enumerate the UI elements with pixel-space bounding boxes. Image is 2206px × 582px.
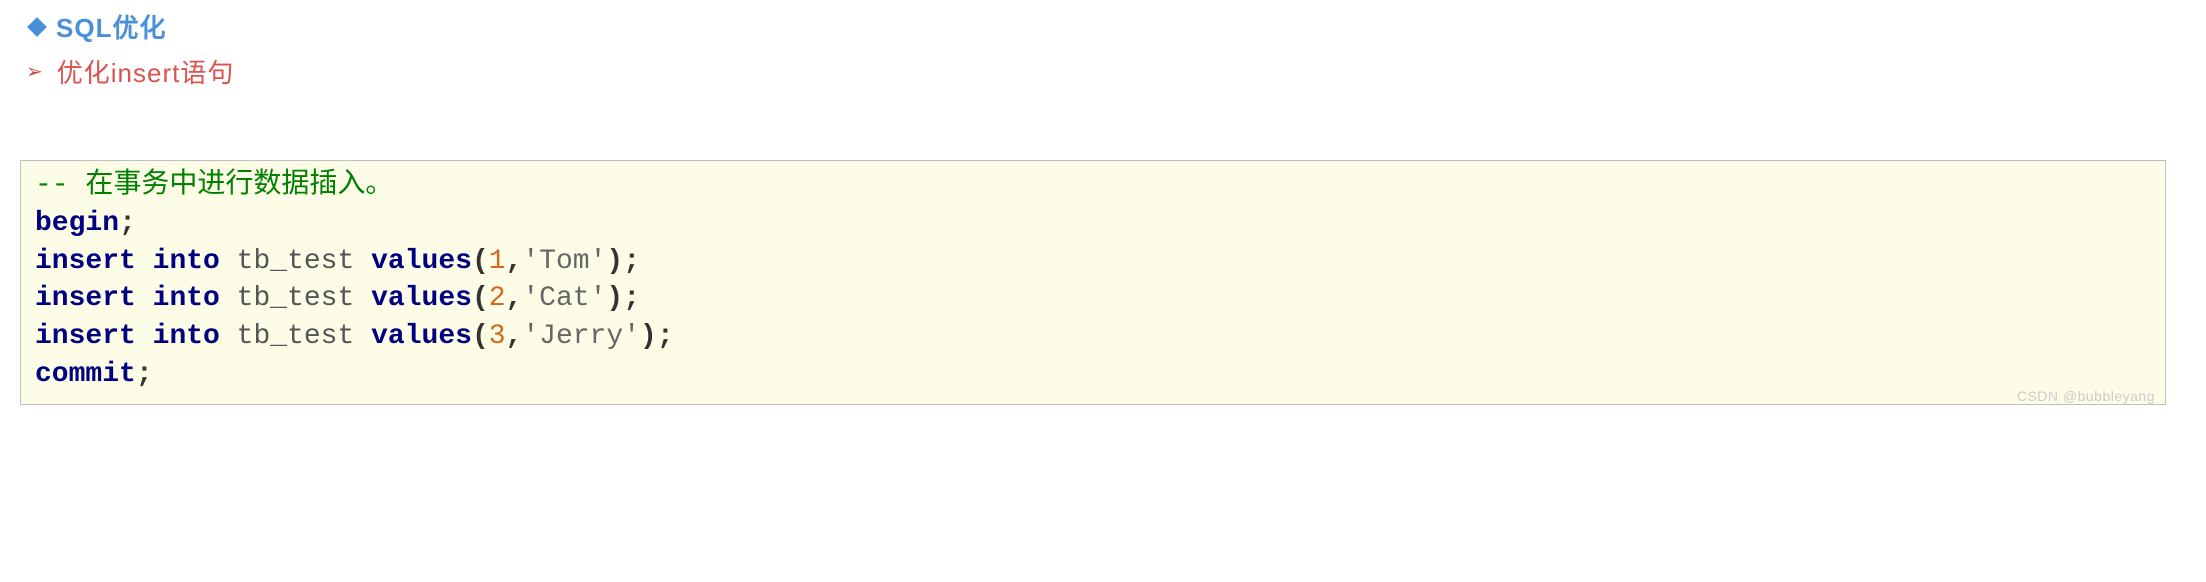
keyword-values: values xyxy=(371,246,472,277)
semicolon: ; xyxy=(623,283,640,314)
keyword-insert: insert xyxy=(35,283,136,314)
keyword-insert: insert xyxy=(35,246,136,277)
rparen: ) xyxy=(606,283,623,314)
code-line-insert-1: insert into tb_test values(1,'Tom'); xyxy=(35,243,2151,281)
keyword-values: values xyxy=(371,283,472,314)
table-name: tb_test xyxy=(237,246,355,277)
code-line-insert-3: insert into tb_test values(3,'Jerry'); xyxy=(35,318,2151,356)
code-block: -- 在事务中进行数据插入。 begin; insert into tb_tes… xyxy=(20,160,2166,405)
sub-heading: ➢ 优化insert语句 xyxy=(20,53,2186,90)
rparen: ) xyxy=(606,246,623,277)
comment-text: 在事务中进行数据插入。 xyxy=(85,170,393,201)
semicolon: ; xyxy=(623,246,640,277)
keyword-into: into xyxy=(153,283,220,314)
keyword-begin: begin xyxy=(35,208,119,239)
table-name: tb_test xyxy=(237,283,355,314)
code-line-commit: commit; xyxy=(35,356,2151,394)
string-value: 'Jerry' xyxy=(522,321,640,352)
keyword-commit: commit xyxy=(35,359,136,390)
number-value: 1 xyxy=(489,246,506,277)
keyword-into: into xyxy=(153,321,220,352)
table-name: tb_test xyxy=(237,321,355,352)
number-value: 3 xyxy=(489,321,506,352)
comment-prefix: -- xyxy=(35,170,85,201)
lparen: ( xyxy=(472,283,489,314)
watermark: CSDN @bubbleyang xyxy=(2017,387,2155,406)
keyword-insert: insert xyxy=(35,321,136,352)
main-heading: SQL优化 xyxy=(20,8,2186,45)
number-value: 2 xyxy=(489,283,506,314)
rparen: ) xyxy=(640,321,657,352)
arrow-right-icon: ➢ xyxy=(26,59,43,84)
semicolon: ; xyxy=(657,321,674,352)
code-comment-line: -- 在事务中进行数据插入。 xyxy=(35,167,2151,205)
diamond-icon xyxy=(27,17,47,37)
semicolon: ; xyxy=(119,208,136,239)
comma: , xyxy=(506,321,523,352)
keyword-into: into xyxy=(153,246,220,277)
string-value: 'Tom' xyxy=(522,246,606,277)
code-line-begin: begin; xyxy=(35,205,2151,243)
semicolon: ; xyxy=(136,359,153,390)
comma: , xyxy=(506,283,523,314)
comma: , xyxy=(506,246,523,277)
string-value: 'Cat' xyxy=(522,283,606,314)
lparen: ( xyxy=(472,246,489,277)
code-line-insert-2: insert into tb_test values(2,'Cat'); xyxy=(35,280,2151,318)
title-text: SQL优化 xyxy=(56,8,166,45)
lparen: ( xyxy=(472,321,489,352)
subtitle-text: 优化insert语句 xyxy=(57,53,235,90)
keyword-values: values xyxy=(371,321,472,352)
